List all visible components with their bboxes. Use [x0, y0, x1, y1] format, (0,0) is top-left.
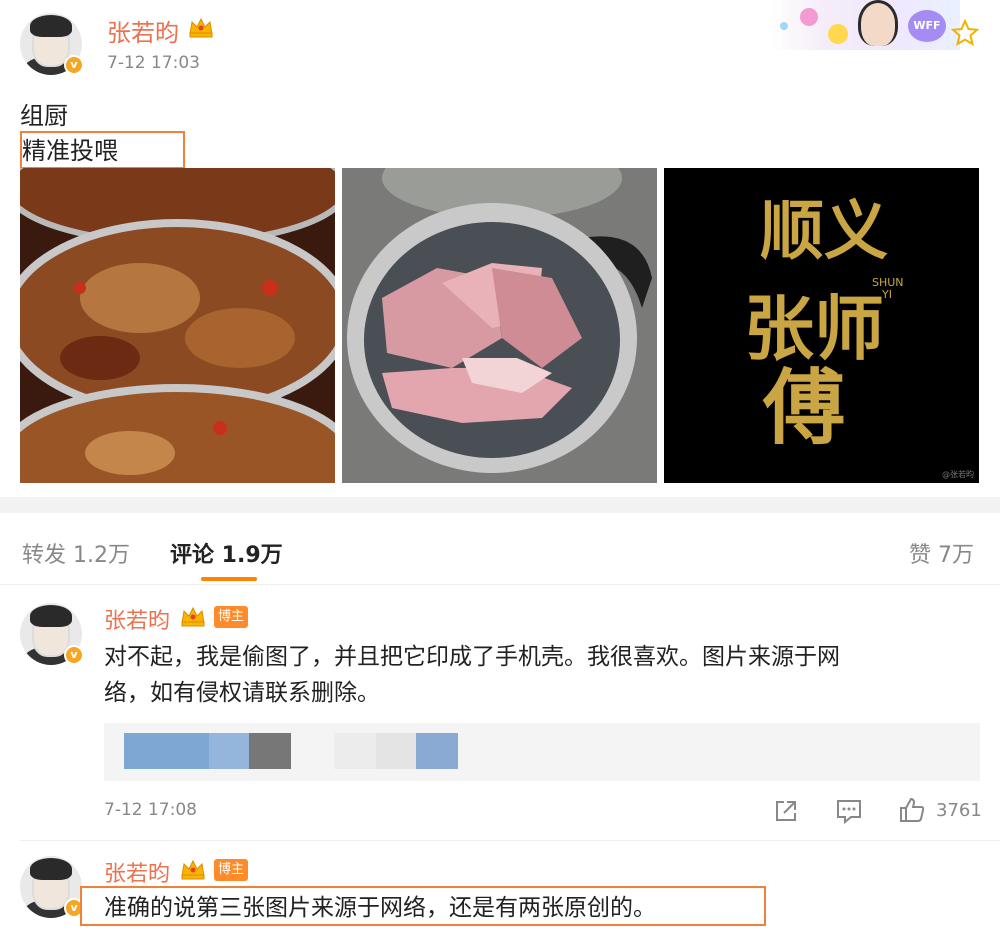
vip-crown-icon — [181, 859, 205, 880]
post-line-1: 组厨 — [20, 102, 68, 130]
author-name[interactable]: 张若昀 — [107, 13, 179, 48]
svg-text:顺义: 顺义 — [760, 194, 888, 269]
interaction-tabs: 转发 1.2万 评论 1.9万 赞 7万 — [0, 513, 1000, 585]
tab-repost[interactable]: 转发 1.2万 — [22, 537, 130, 569]
svg-text:@张若昀: @张若昀 — [942, 469, 974, 479]
commenter-name[interactable]: 张若昀 — [104, 856, 170, 888]
comment-text-line-1: 对不起，我是偷图了，并且把它印成了手机壳。我很喜欢。图片来源于网 — [104, 644, 840, 670]
highlight-annotation-box — [80, 886, 766, 926]
verified-badge-icon: v — [64, 645, 84, 665]
post-image-2[interactable] — [342, 168, 657, 483]
share-icon[interactable] — [772, 797, 800, 825]
commenter-name[interactable]: 张若昀 — [104, 603, 170, 635]
post-owner-badge: 博主 — [214, 606, 248, 628]
post-image-1[interactable] — [20, 168, 335, 483]
braised-meat-pot-photo — [20, 168, 335, 483]
shun-yi-zhang-shifu-poster: 顺义 SHUN YI 张师 傅 @张若昀 — [664, 168, 979, 483]
comment-timestamp: 7-12 17:08 — [104, 800, 197, 820]
decoration-card-icon[interactable]: WFF — [770, 0, 960, 50]
highlight-annotation-box — [20, 131, 185, 169]
comment-item: v 张若昀 博主 对不起，我是偷图了，并且把它印成了手机壳。我很喜欢。图片来源于… — [0, 595, 1000, 835]
vip-crown-icon — [181, 606, 205, 627]
tab-likes[interactable]: 赞 7万 — [909, 537, 974, 569]
vip-crown-icon — [189, 17, 213, 38]
post-header: v 张若昀 7-12 17:03 WFF — [0, 0, 1000, 90]
section-divider — [0, 497, 1000, 513]
svg-text:张师: 张师 — [744, 287, 884, 370]
comment-item: v 张若昀 博主 准确的说第三张图片来源于网络，还是有两张原创的。 — [0, 848, 1000, 941]
tab-comments[interactable]: 评论 1.9万 — [170, 537, 283, 569]
favorite-star-icon[interactable] — [951, 19, 979, 47]
reply-preview-box[interactable] — [104, 723, 980, 781]
active-tab-indicator — [201, 577, 257, 581]
verified-badge-icon: v — [64, 55, 84, 75]
comment-text-line-2: 络，如有侵权请联系删除。 — [104, 680, 380, 706]
like-count: 3761 — [936, 800, 982, 821]
post-owner-badge: 博主 — [214, 859, 248, 881]
post-timestamp: 7-12 17:03 — [107, 53, 200, 73]
comment-divider — [20, 840, 1000, 841]
svg-text:傅: 傅 — [762, 360, 845, 456]
post-image-3[interactable]: 顺义 SHUN YI 张师 傅 @张若昀 — [664, 168, 979, 483]
like-thumb-icon[interactable] — [898, 796, 926, 824]
comment-icon[interactable] — [835, 797, 863, 825]
raw-pork-pot-photo — [342, 168, 657, 483]
